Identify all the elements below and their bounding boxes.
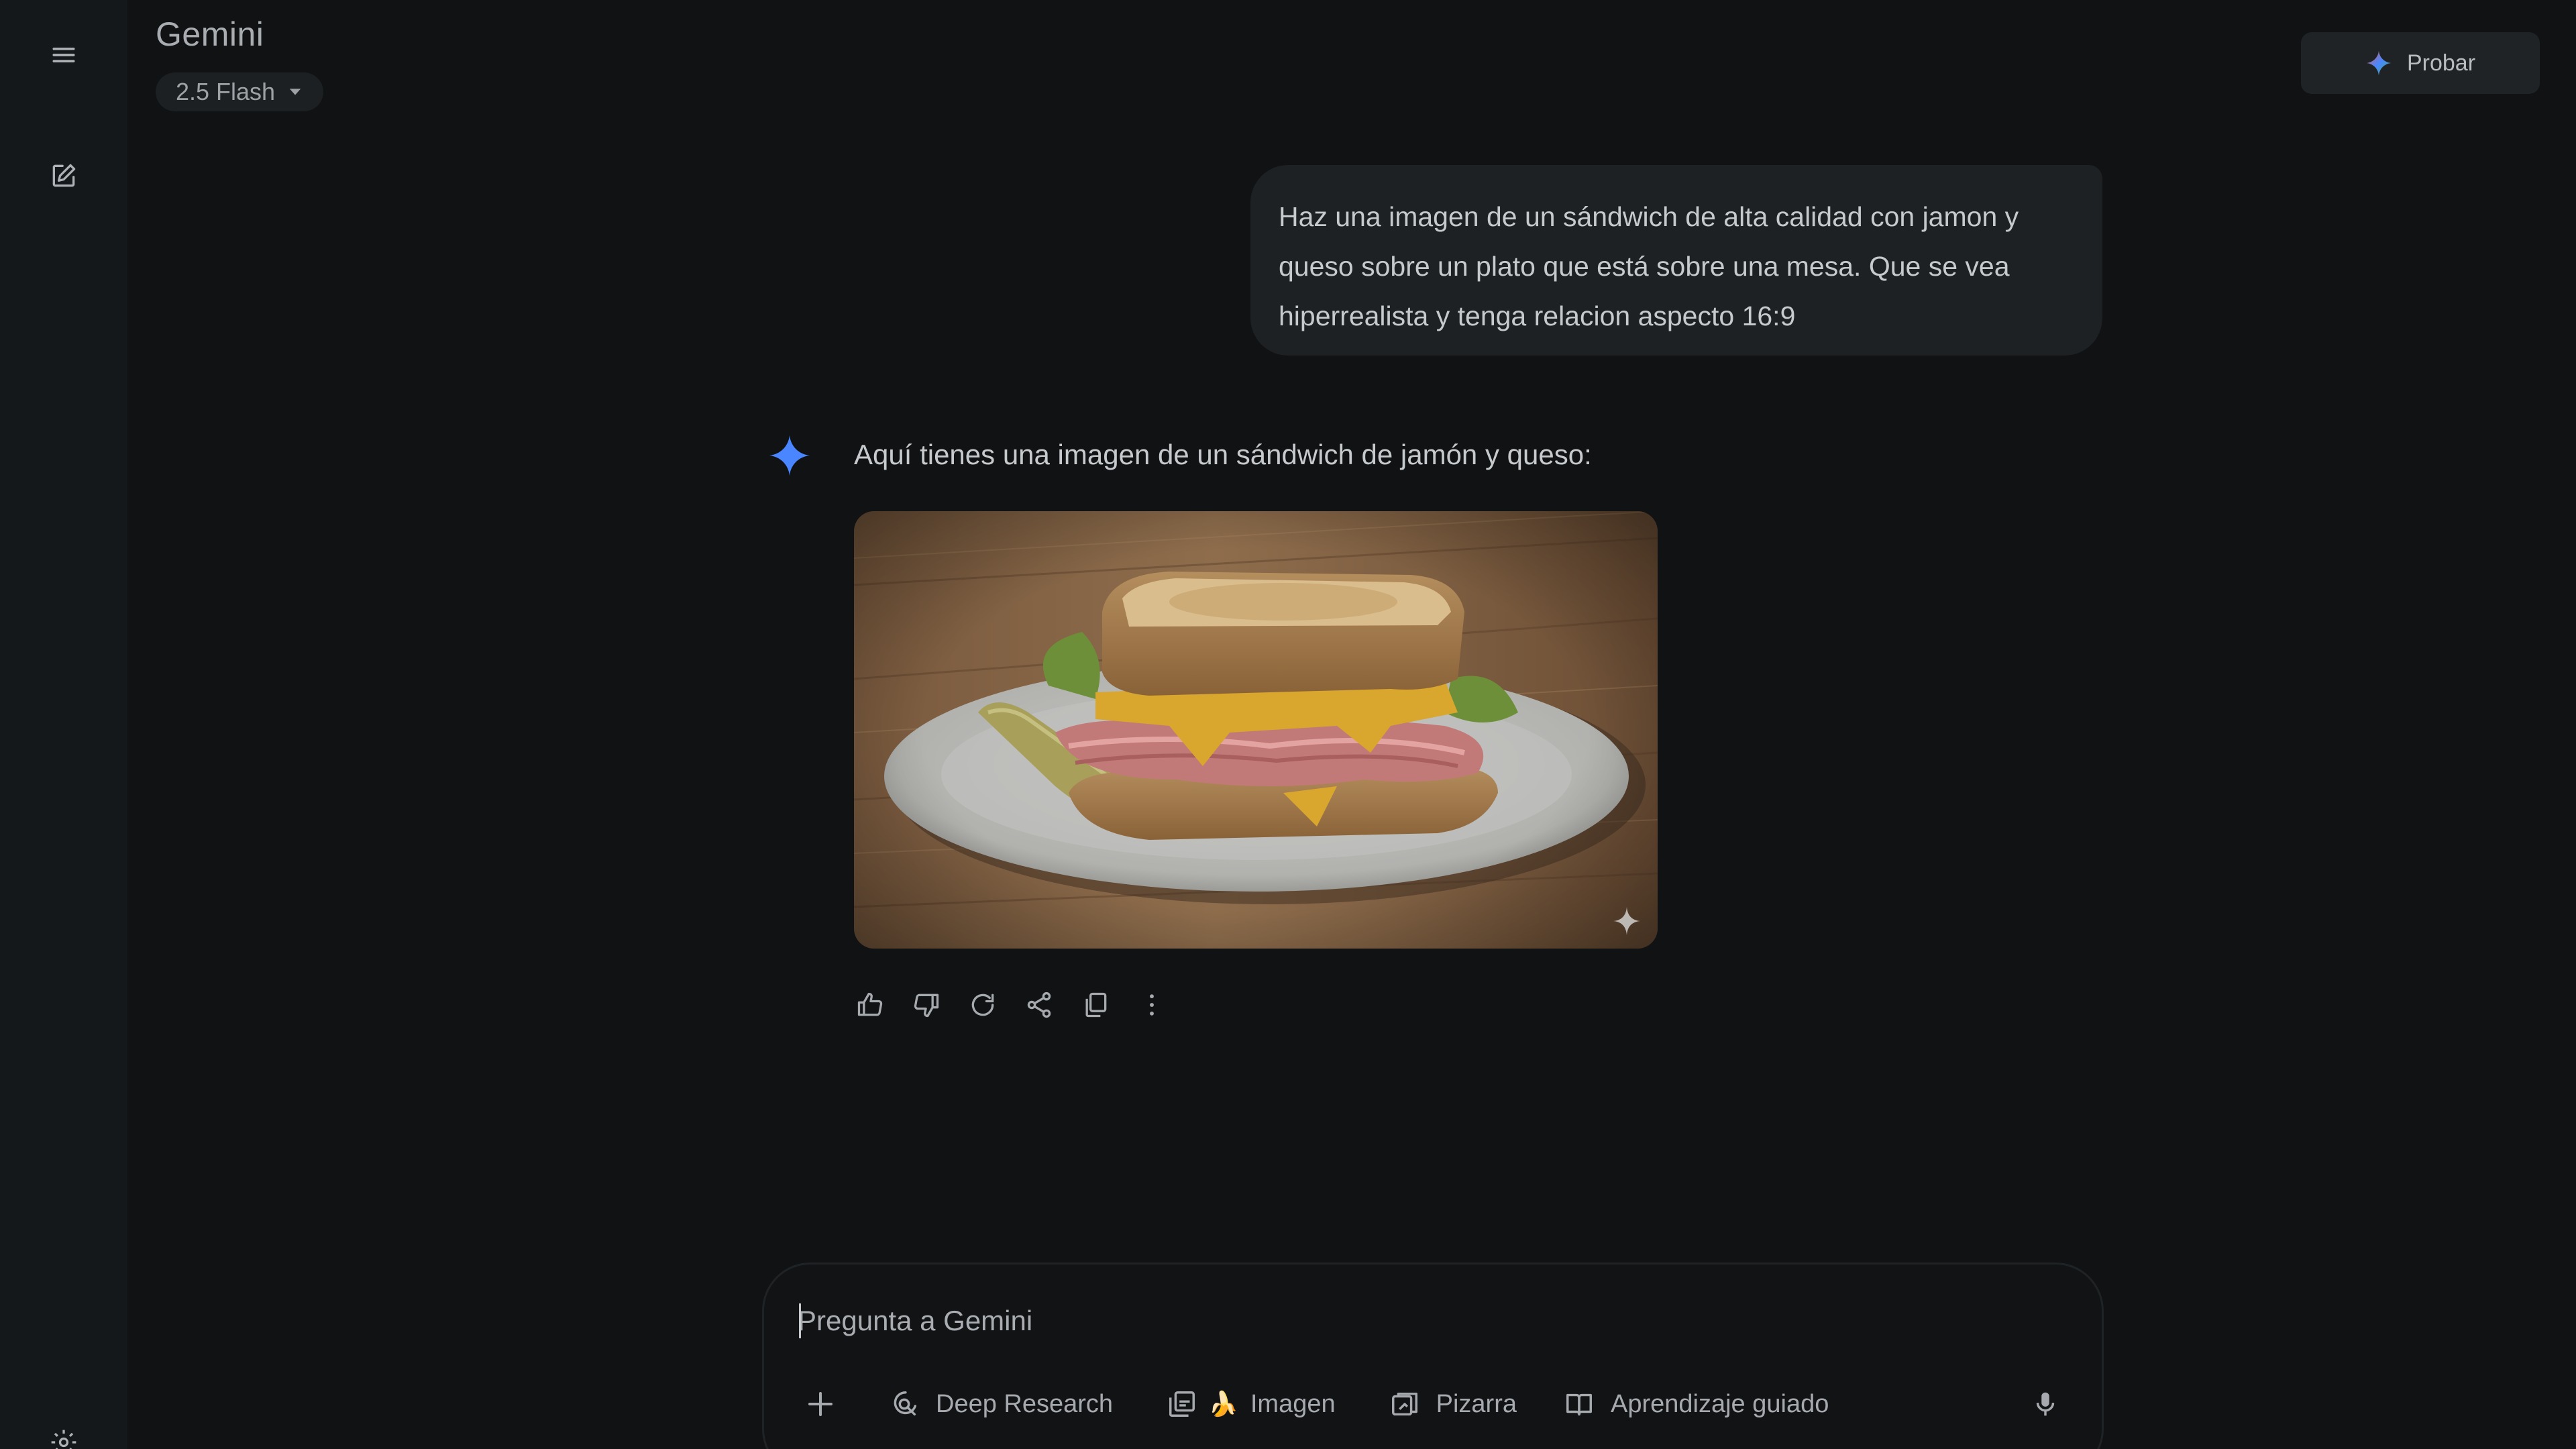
regenerate-button[interactable] [963,983,1002,1026]
model-selector[interactable]: 2.5 Flash [156,72,324,111]
hamburger-menu-icon [52,48,75,62]
generated-sandwich-image[interactable] [854,511,1658,949]
thumbs-up-icon [857,992,883,1016]
plus-icon [808,1392,833,1416]
prompt-composer: Deep Research 🍌 Imagen Pizarra Aprendi [762,1263,2104,1449]
more-options-button[interactable] [1132,983,1171,1026]
edit-pencil-icon [52,164,76,187]
dislike-button[interactable] [907,983,946,1026]
share-button[interactable] [1020,983,1059,1026]
try-button[interactable]: Probar [2301,32,2540,94]
response-text: Aquí tienes una imagen de un sándwich de… [854,439,1592,470]
copy-icon [1085,992,1107,1018]
deep-research-button[interactable]: Deep Research [875,1376,1126,1432]
caret-down-icon [289,89,301,95]
try-button-label: Probar [2406,50,2476,76]
guided-learning-label: Aprendizaje guiado [1611,1389,1829,1418]
canvas-label: Pizarra [1436,1389,1517,1418]
deep-research-label: Deep Research [936,1389,1114,1418]
prompt-input[interactable] [798,1299,2005,1342]
like-button[interactable] [851,983,890,1026]
image-tool-label: Imagen [1250,1389,1336,1418]
microphone-icon [2036,1392,2055,1416]
main-menu-button[interactable] [37,28,91,82]
image-tool-button[interactable]: 🍌 Imagen [1153,1376,1349,1432]
sidebar [0,0,127,1449]
canvas-button[interactable]: Pizarra [1376,1376,1530,1432]
image-gallery-icon [1169,1391,1195,1417]
deep-research-icon [894,1391,917,1416]
share-icon [1027,991,1051,1018]
settings-button[interactable] [37,1415,91,1449]
add-attachment-button[interactable] [792,1376,849,1432]
microphone-button[interactable] [2017,1376,2074,1432]
regenerate-icon [971,994,994,1016]
banana-icon: 🍌 [1208,1390,1238,1417]
guided-learning-button[interactable]: Aprendizaje guiado [1550,1376,1842,1432]
copy-button[interactable] [1076,983,1115,1026]
composer-tools: Deep Research 🍌 Imagen Pizarra Aprendiza… [792,1376,2074,1432]
canvas-icon [1391,1392,1417,1416]
gemini-sparkle-icon [2366,50,2392,76]
thumbs-down-icon [914,994,939,1018]
user-message: Haz una imagen de un sándwich de alta ca… [1250,165,2102,356]
text-caret [799,1303,801,1338]
sandwich-illustration [854,511,1658,949]
app-title: Gemini [156,15,264,53]
response-actions [851,983,1171,1026]
app-root: Gemini 2.5 Flash Probar Haz una imagen d… [0,0,2576,1449]
book-icon [1566,1393,1592,1416]
model-label: 2.5 Flash [176,78,276,105]
new-chat-button[interactable] [37,149,91,203]
gear-icon [51,1430,76,1449]
gemini-logo-icon [769,435,810,476]
more-vert-icon [1150,994,1154,1016]
